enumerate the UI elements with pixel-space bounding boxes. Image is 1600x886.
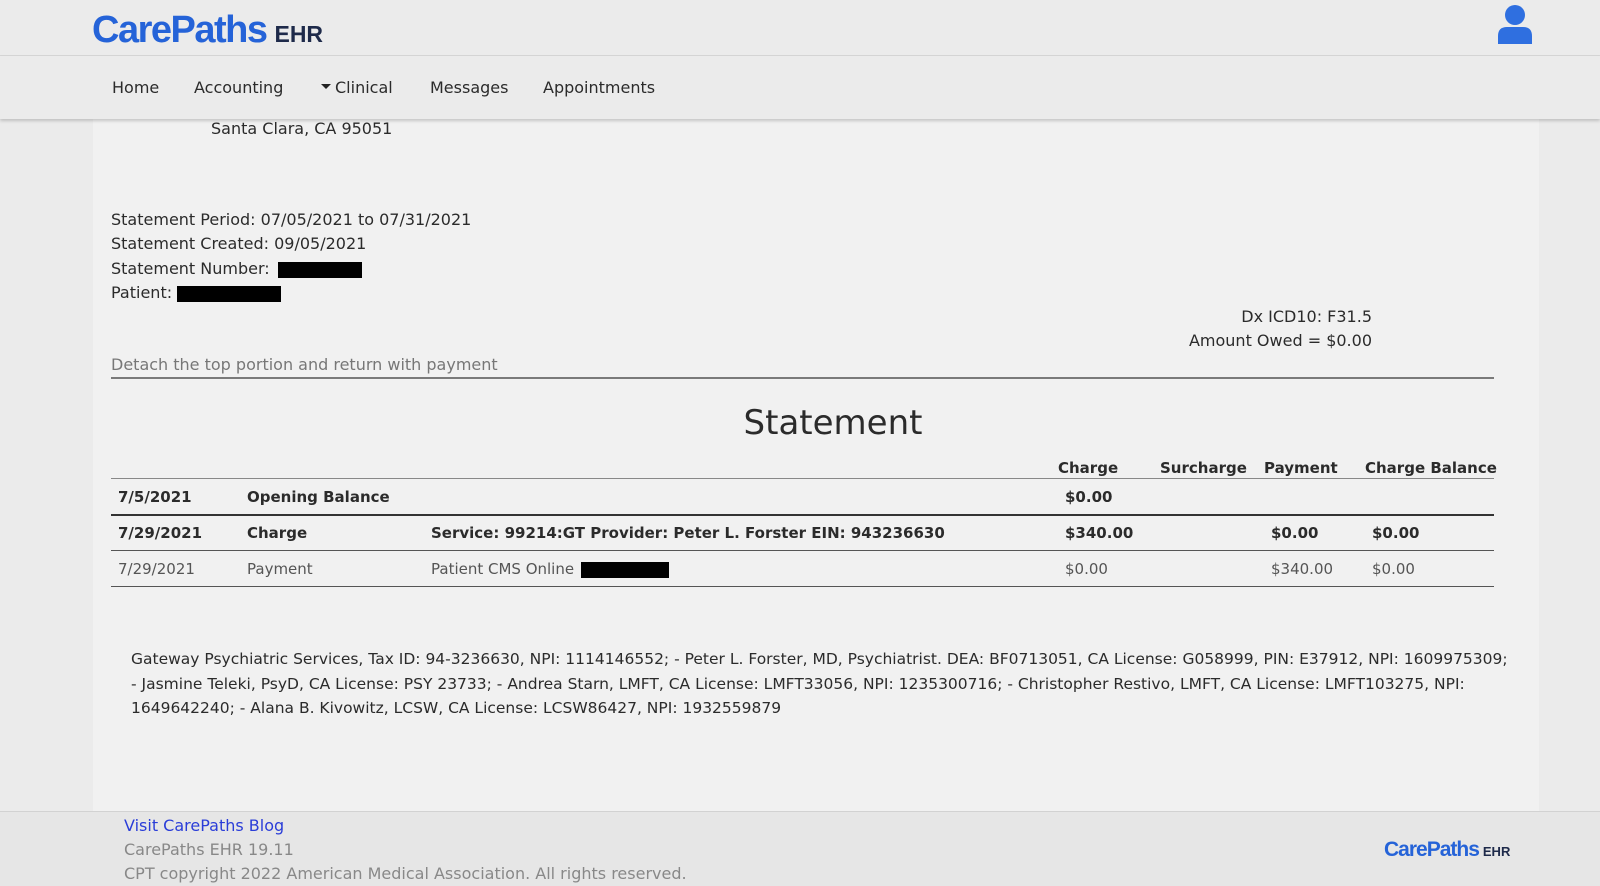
user-icon[interactable] (1497, 4, 1533, 44)
statement-panel: Santa Clara, CA 95051 Statement Period: … (93, 119, 1539, 811)
row-divider (111, 550, 1494, 551)
row-type: Opening Balance (247, 488, 390, 506)
nav-clinical-label: Clinical (335, 78, 393, 97)
statement-period: Statement Period: 07/05/2021 to 07/31/20… (111, 210, 471, 229)
row-payment: $340.00 (1271, 560, 1334, 578)
amount-owed: Amount Owed = $0.00 (1188, 331, 1372, 350)
nav-appointments[interactable]: Appointments (543, 78, 655, 97)
row-charge: $0.00 (1065, 560, 1108, 578)
footer-logo: CarePaths EHR (1384, 838, 1510, 862)
detach-note: Detach the top portion and return with p… (111, 355, 498, 374)
statement-period-value: 07/05/2021 to 07/31/2021 (260, 210, 472, 229)
row-description: Service: 99214:GT Provider: Peter L. For… (431, 524, 945, 542)
row-balance: $0.00 (1372, 560, 1415, 578)
row-payment: $0.00 (1271, 524, 1319, 542)
column-header-payment: Payment (1264, 459, 1338, 477)
row-type: Charge (247, 524, 308, 542)
footer-logo-subtext: EHR (1482, 844, 1511, 859)
patient-label: Patient: (111, 283, 173, 302)
column-header-charge: Charge (1058, 459, 1119, 477)
redacted-payment-reference (580, 561, 669, 578)
provider-credentials: Gateway Psychiatric Services, Tax ID: 94… (131, 650, 1508, 717)
top-bar: CarePaths EHR (0, 0, 1600, 56)
main-nav: Home Accounting Clinical Messages Appoin… (0, 56, 1600, 119)
row-description-text: Patient CMS Online (431, 560, 575, 578)
statement-period-label: Statement Period: (111, 210, 256, 229)
footer-logo-text: CarePaths (1384, 838, 1480, 861)
row-charge: $0.00 (1065, 488, 1113, 506)
logo-subtext: EHR (274, 21, 324, 47)
column-header-charge-balance: Charge Balance (1365, 459, 1497, 477)
version-text: CarePaths EHR 19.11 (124, 840, 294, 859)
row-description: Patient CMS Online (431, 560, 669, 578)
logo-text: CarePaths (92, 9, 268, 51)
copyright-text: CPT copyright 2022 American Medical Asso… (124, 864, 687, 883)
nav-accounting[interactable]: Accounting (194, 78, 283, 97)
row-divider (111, 514, 1494, 516)
nav-clinical[interactable]: Clinical (321, 78, 393, 97)
header-divider (111, 478, 1494, 479)
row-type: Payment (247, 560, 313, 578)
statement-created: Statement Created: 09/05/2021 (111, 234, 366, 253)
blog-link[interactable]: Visit CarePaths Blog (124, 816, 284, 835)
row-date: 7/5/2021 (118, 488, 192, 506)
row-divider (111, 586, 1494, 587)
nav-messages[interactable]: Messages (430, 78, 508, 97)
statement-created-label: Statement Created: (111, 234, 269, 253)
footer: Visit CarePaths Blog CarePaths EHR 19.11… (0, 811, 1600, 886)
patient-row: Patient: (111, 283, 282, 302)
detach-divider (111, 377, 1494, 379)
nav-home[interactable]: Home (112, 78, 159, 97)
row-date: 7/29/2021 (118, 524, 203, 542)
column-header-surcharge: Surcharge (1160, 459, 1247, 477)
caret-down-icon (321, 84, 331, 89)
statement-number-label: Statement Number: (111, 259, 270, 278)
row-charge: $340.00 (1065, 524, 1134, 542)
statement-title: Statement (743, 403, 923, 443)
redacted-patient-name (177, 285, 282, 302)
carepaths-logo[interactable]: CarePaths EHR (92, 2, 323, 52)
statement-number: Statement Number: (111, 259, 362, 278)
statement-created-value: 09/05/2021 (274, 234, 367, 253)
row-date: 7/29/2021 (118, 560, 195, 578)
dx-code: Dx ICD10: F31.5 (1241, 307, 1372, 326)
redacted-statement-number (277, 261, 362, 278)
row-balance: $0.00 (1372, 524, 1420, 542)
address-line: Santa Clara, CA 95051 (211, 119, 393, 138)
